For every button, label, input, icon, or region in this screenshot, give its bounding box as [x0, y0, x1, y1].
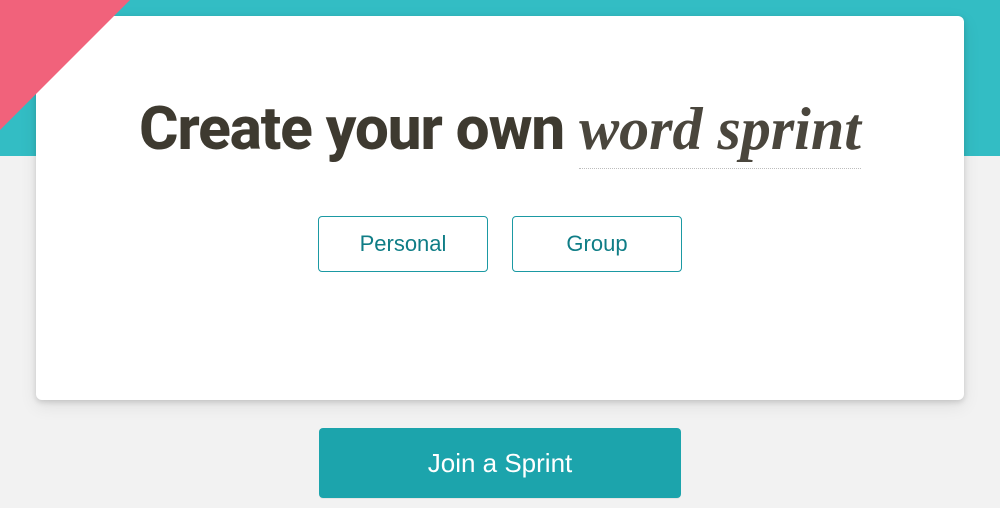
group-button[interactable]: Group: [512, 216, 682, 272]
personal-button[interactable]: Personal: [318, 216, 488, 272]
title-emphasis: word sprint: [579, 96, 861, 169]
join-sprint-button[interactable]: Join a Sprint: [319, 428, 681, 498]
create-sprint-card: Create your own word sprint Personal Gro…: [36, 16, 964, 400]
corner-ribbon: [0, 0, 130, 130]
sprint-type-options: Personal Group: [318, 216, 682, 272]
title-prefix: Create your own: [139, 93, 564, 164]
page-title: Create your own word sprint: [139, 96, 861, 162]
